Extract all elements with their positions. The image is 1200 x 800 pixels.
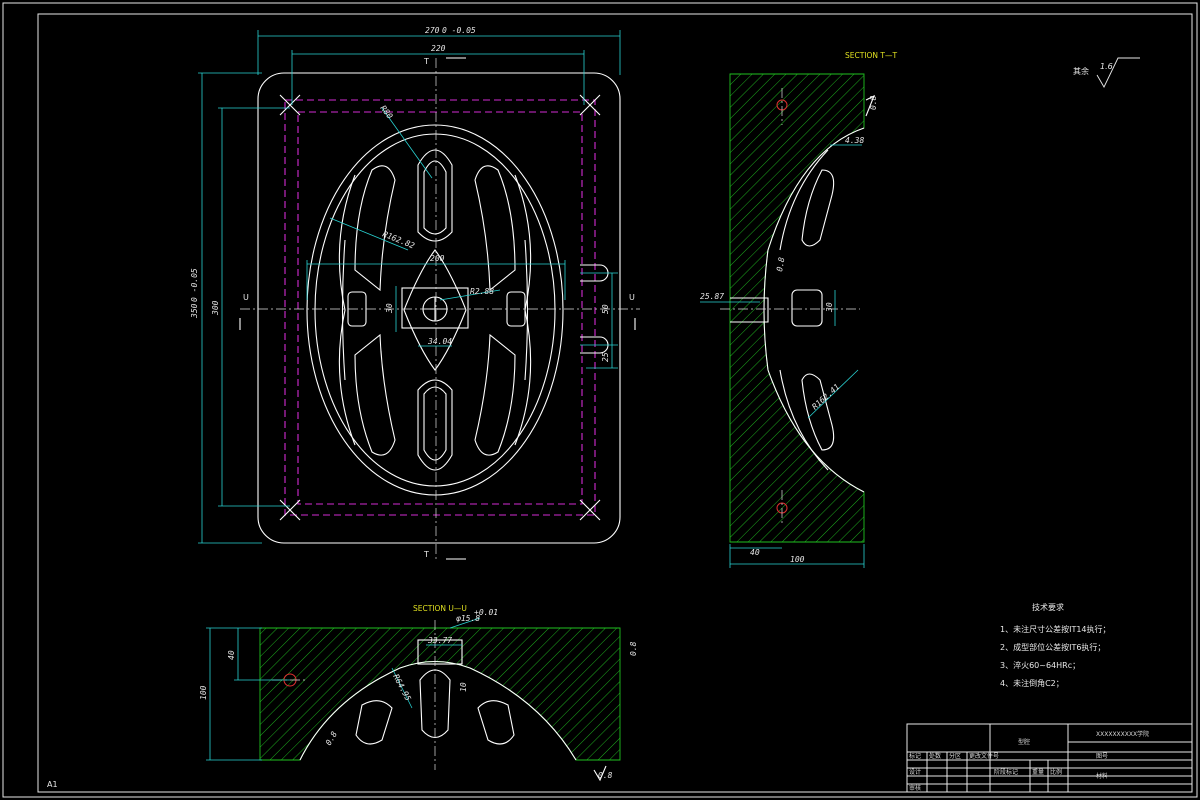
svg-text:R162.82: R162.82 [381, 230, 416, 251]
svg-text:100: 100 [790, 555, 805, 564]
svg-text:270: 270 [425, 26, 440, 35]
section-uu: SECTION U—U 100 40 33.77 φ15.8 +0.01 R64… [199, 604, 638, 782]
sheet-size-label: A1 [47, 780, 58, 789]
hidden-channel-outer [284, 99, 596, 516]
svg-text:220: 220 [431, 44, 446, 53]
svg-text:4.38: 4.38 [845, 136, 864, 145]
plate-outline [257, 72, 621, 544]
tb-school: XXXXXXXXXX学院 [1096, 730, 1149, 738]
cad-drawing-sheet: A1 其余 1.6 T T U U 270 0 -0.05 220 350 0 … [2, 2, 1198, 798]
svg-text:其余: 其余 [1073, 66, 1089, 76]
tb-part-name: 型腔 [1018, 738, 1030, 746]
svg-text:40: 40 [750, 548, 760, 557]
section-t-top: T [423, 57, 429, 66]
tb-cell-3: 更改文件号 [969, 752, 999, 760]
svg-text:50: 50 [601, 304, 610, 314]
section-uu-hatch [260, 628, 620, 760]
tb-material: 材料 [1096, 772, 1108, 780]
svg-text:25: 25 [601, 352, 610, 362]
tb-cell-1: 处数 [929, 752, 941, 760]
svg-text:25.87: 25.87 [700, 292, 724, 301]
technical-requirements: 技术要求 1、未注尺寸公差按IT14执行； 2、成型部位公差按IT6执行； 3、… [1000, 602, 1111, 688]
section-u-left: U [243, 293, 249, 302]
title-block: 型腔 XXXXXXXXXX学院 图号 材料 标记 处数 分区 更改文件号 设计 … [906, 723, 1193, 793]
tb-cell-10: 阶段标记 [994, 768, 1018, 776]
tech-title: 技术要求 [1032, 602, 1064, 612]
plan-dimensions: 270 0 -0.05 220 350 0 -0.05 300 R80 R162… [190, 26, 621, 544]
svg-text:0.8: 0.8 [629, 641, 638, 656]
tb-cell-11: 重量 [1032, 768, 1044, 776]
svg-text:33.77: 33.77 [427, 636, 452, 645]
svg-text:30: 30 [825, 302, 834, 313]
svg-text:350: 350 [190, 303, 199, 319]
section-tt-title: SECTION T—T [845, 51, 898, 60]
svg-text:40: 40 [227, 650, 236, 660]
svg-text:30: 30 [385, 303, 394, 314]
section-t-bottom: T [423, 550, 429, 559]
tech-item-2: 2、成型部位公差按IT6执行； [1000, 642, 1105, 652]
section-tt-slot-lower [801, 373, 835, 451]
svg-text:0.8: 0.8 [775, 256, 786, 272]
section-tt-window [791, 289, 823, 327]
section-uu-slot-left [355, 700, 393, 745]
svg-text:R2.88: R2.88 [470, 287, 494, 296]
section-uu-slot-right [477, 700, 515, 745]
section-uu-title: SECTION U—U [413, 604, 467, 613]
svg-text:+0.01: +0.01 [474, 608, 498, 617]
svg-text:300: 300 [211, 300, 220, 316]
roughness-symbol: 其余 1.6 [1073, 57, 1140, 88]
tb-cell-0: 标记 [909, 752, 921, 760]
svg-text:200: 200 [430, 254, 445, 263]
svg-text:10: 10 [459, 682, 468, 692]
tb-cell-2: 分区 [949, 752, 961, 760]
svg-text:100: 100 [199, 685, 208, 700]
corner-pins [279, 94, 601, 521]
svg-text:0 -0.05: 0 -0.05 [442, 26, 476, 35]
svg-text:0.8: 0.8 [324, 730, 339, 747]
tb-cell-6: 设计 [909, 768, 921, 776]
tech-item-3: 3、淬火60~64HRc； [1000, 660, 1080, 670]
tb-drawing-no: 图号 [1096, 753, 1108, 760]
plan-view: T T U U 270 0 -0.05 220 350 0 -0.05 300 [190, 26, 640, 560]
tech-item-1: 1、未注尺寸公差按IT14执行； [1000, 624, 1111, 634]
svg-text:R162.41: R162.41 [810, 382, 841, 411]
hidden-channel-inner [297, 111, 583, 505]
section-tt-slot-upper [801, 169, 835, 247]
tb-cell-7: 审核 [909, 784, 921, 792]
section-u-right: U [629, 293, 635, 302]
svg-text:R64.95: R64.95 [391, 673, 413, 703]
svg-text:1.6: 1.6 [1100, 62, 1113, 71]
central-hub [401, 249, 469, 371]
section-tt-hatch [730, 74, 864, 542]
tech-item-4: 4、未注倒角C2； [1000, 678, 1064, 688]
svg-text:0 -0.05: 0 -0.05 [190, 268, 199, 302]
svg-text:R80: R80 [378, 104, 394, 121]
tb-scale: 比例 [1050, 768, 1062, 776]
section-tt: SECTION T—T 4.38 25.87 30 R162.41 40 100… [700, 51, 898, 568]
svg-text:34.04: 34.04 [427, 337, 452, 346]
